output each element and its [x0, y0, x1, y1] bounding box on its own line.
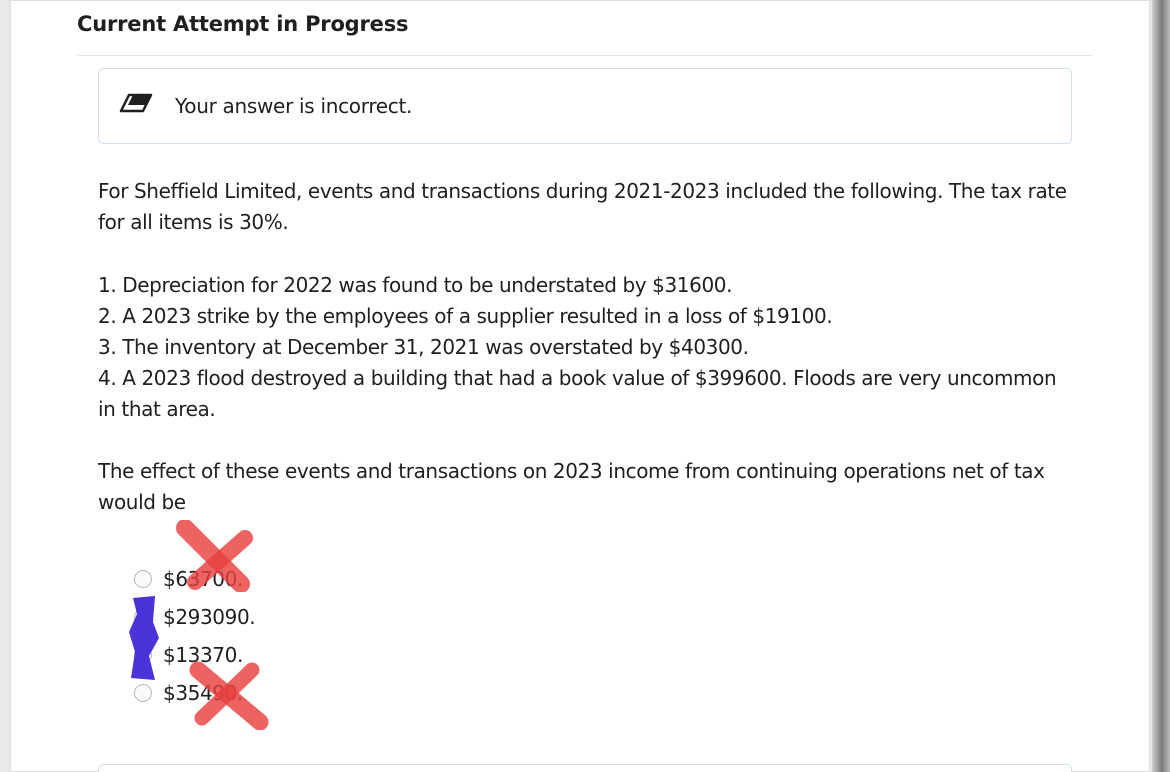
answer-option[interactable]: $293090. — [134, 598, 534, 636]
feedback-message: Your answer is incorrect. — [175, 94, 413, 118]
next-panel — [98, 764, 1072, 772]
eraser-icon — [119, 93, 153, 113]
answer-option-label[interactable]: $35490. — [163, 681, 243, 705]
answer-option-label[interactable]: $63700. — [163, 567, 243, 591]
question-items: 1. Depreciation for 2022 was found to be… — [98, 270, 1078, 425]
question-prompt: The effect of these events and transacti… — [98, 459, 1045, 514]
question-item: 2. A 2023 strike by the employees of a s… — [98, 304, 833, 328]
answer-option[interactable]: $35490. — [134, 674, 534, 712]
assessment-page: Current Attempt in Progress Your answer … — [10, 0, 1150, 772]
section-title: Current Attempt in Progress — [77, 12, 409, 36]
answer-option-label[interactable]: $13370. — [163, 643, 243, 667]
question-item: 1. Depreciation for 2022 was found to be… — [98, 273, 733, 297]
question-item: 3. The inventory at December 31, 2021 wa… — [98, 335, 749, 359]
radio-button[interactable] — [134, 570, 152, 588]
window-edge — [1152, 0, 1170, 772]
question-intro: For Sheffield Limited, events and transa… — [98, 179, 1067, 234]
radio-button[interactable] — [134, 646, 152, 664]
question-item: 4. A 2023 flood destroyed a building tha… — [98, 366, 1057, 421]
feedback-box: Your answer is incorrect. — [98, 68, 1072, 144]
answer-option[interactable]: $13370. — [134, 636, 534, 674]
title-divider — [77, 55, 1093, 56]
radio-button[interactable] — [134, 684, 152, 702]
answer-options: $63700. $293090. $13370. $35490. — [134, 560, 534, 712]
answer-option-label[interactable]: $293090. — [163, 605, 256, 629]
answer-option[interactable]: $63700. — [134, 560, 534, 598]
radio-button[interactable] — [134, 608, 152, 626]
